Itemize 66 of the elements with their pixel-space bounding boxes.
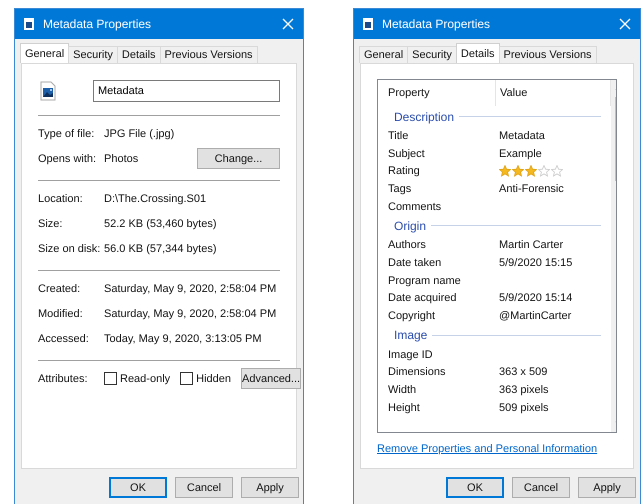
advanced-button[interactable]: Advanced... — [241, 368, 302, 389]
property-name: Title — [388, 130, 410, 142]
property-name: Date acquired — [388, 292, 458, 304]
field-value: D:\The.Crossing.S01 — [104, 192, 208, 204]
field-label: Created: — [38, 282, 82, 294]
tab[interactable]: Previous Versions — [160, 46, 258, 63]
property-name: Width — [388, 384, 418, 396]
property-name: Subject — [388, 148, 426, 160]
property-name: Height — [388, 402, 421, 414]
group-header: Image — [394, 328, 428, 342]
field-label: Modified: — [38, 308, 84, 320]
tab[interactable]: Previous Versions — [498, 46, 597, 63]
property-value: 5/9/2020 15:14 — [499, 292, 572, 304]
property-name: Image ID — [388, 348, 434, 361]
column-header[interactable]: Property — [388, 80, 496, 106]
tab[interactable]: Details — [456, 43, 500, 63]
field-label: Type of file: — [38, 128, 96, 140]
property-value: Example — [499, 148, 542, 160]
checkbox-label: Hidden — [196, 372, 231, 384]
property-value: Anti-Forensic — [499, 182, 564, 195]
property-value: Martin Carter — [499, 239, 564, 252]
dialog-button[interactable]: Cancel — [175, 477, 233, 498]
field-label: Attributes: — [38, 372, 89, 384]
tab[interactable]: Security — [68, 46, 118, 63]
field-label: Size on disk: — [38, 242, 102, 254]
field-label: Size: — [38, 218, 64, 230]
property-name: Dimensions — [388, 366, 446, 378]
dialog-button[interactable]: OK — [446, 477, 504, 498]
property-name: Program name — [388, 274, 462, 287]
property-value: 5/9/2020 15:15 — [499, 256, 572, 269]
field-value: 52.2 KB (53,460 bytes) — [104, 218, 218, 230]
tab[interactable]: Security — [407, 46, 457, 63]
change-button[interactable]: Change... — [197, 148, 280, 169]
property-name: Authors — [388, 239, 427, 252]
field-label: Location: — [38, 192, 84, 204]
tab[interactable]: General — [359, 46, 408, 63]
field-label: Opens with: — [38, 152, 98, 164]
window-title: Metadata Properties — [43, 17, 152, 31]
field-value: Saturday, May 9, 2020, 2:58:04 PM — [104, 308, 278, 320]
property-name: Copyright — [388, 310, 436, 322]
field-value: Photos — [104, 152, 140, 164]
group-header: Origin — [394, 218, 426, 233]
property-name: Tags — [388, 182, 412, 195]
dialog-button[interactable]: Cancel — [512, 477, 570, 498]
property-value: 509 pixels — [499, 402, 549, 414]
name-field[interactable]: Metadata — [93, 80, 280, 102]
window-title: Metadata Properties — [382, 17, 492, 31]
field-value: 56.0 KB (57,344 bytes) — [104, 242, 218, 254]
property-name: Comments — [388, 200, 442, 213]
property-value: Metadata — [499, 130, 545, 142]
property-value: @MartinCarter — [499, 310, 572, 322]
field-value: Today, May 9, 2020, 3:13:05 PM — [104, 332, 263, 344]
property-value: 363 x 509 — [499, 366, 548, 378]
field-label: Accessed: — [38, 332, 90, 344]
group-header: Description — [394, 110, 454, 124]
remove-properties-link[interactable]: Remove Properties and Personal Information — [377, 443, 598, 455]
property-name: Date taken — [388, 256, 442, 269]
property-value: 363 pixels — [499, 384, 549, 396]
dialog-button[interactable]: Apply — [241, 477, 299, 498]
checkbox-label: Read-only — [120, 372, 170, 384]
field-value: JPG File (.jpg) — [104, 128, 176, 140]
tab[interactable]: General — [20, 43, 70, 63]
dialog-button[interactable]: Apply — [578, 477, 636, 498]
dialog-button[interactable]: OK — [109, 477, 167, 498]
field-value: Saturday, May 9, 2020, 2:58:04 PM — [104, 282, 278, 294]
property-name: Rating — [388, 165, 421, 178]
